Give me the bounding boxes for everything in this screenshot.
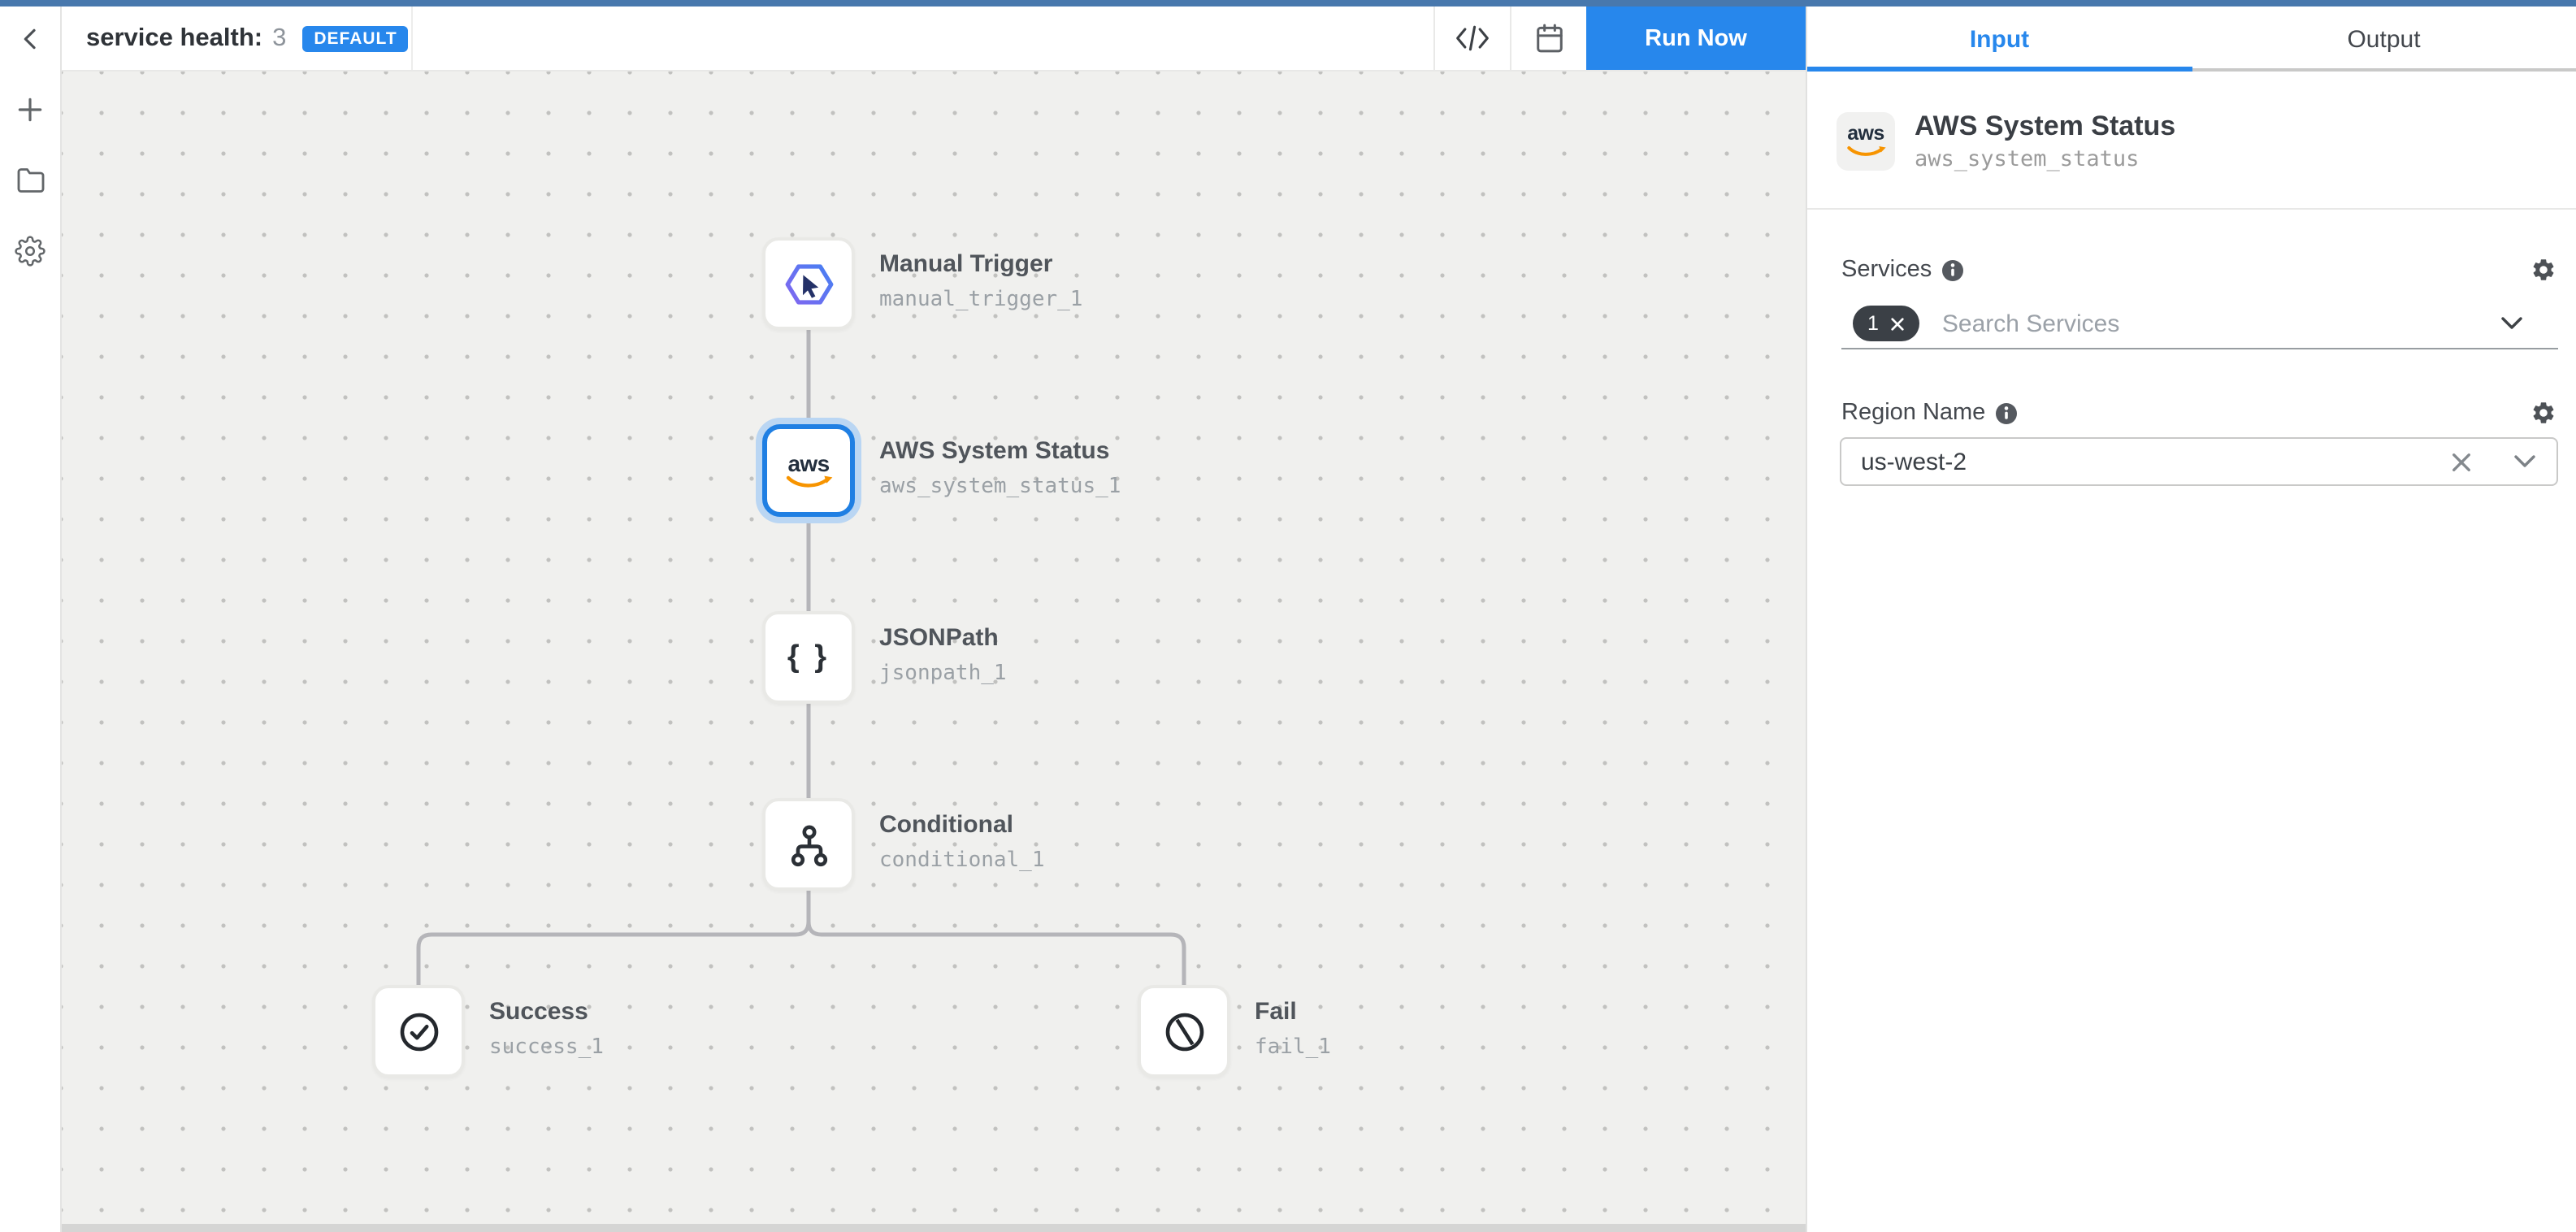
services-multiselect[interactable]: 1	[1841, 299, 2558, 349]
node-title: AWS System Status	[879, 437, 1121, 468]
aws-logo-icon: aws	[1845, 124, 1886, 159]
services-label-row: Services	[1841, 257, 2556, 283]
inspector-node-id: aws_system_status	[1915, 146, 2139, 172]
node-conditional[interactable]	[762, 798, 855, 891]
node-manual-trigger[interactable]	[762, 237, 855, 330]
run-now-button[interactable]: Run Now	[1586, 7, 1806, 70]
gear-icon	[15, 235, 46, 266]
info-icon[interactable]	[1941, 259, 1962, 280]
chevron-down-icon[interactable]	[2501, 317, 2522, 330]
node-id: jsonpath_1	[879, 662, 1007, 686]
curly-braces-icon: { }	[787, 640, 830, 675]
region-settings-gear-icon[interactable]	[2530, 400, 2556, 426]
header-spacer	[413, 7, 1433, 70]
add-button[interactable]	[0, 91, 60, 127]
workflow-title-section[interactable]: service health: 3 DEFAULT	[62, 7, 413, 70]
check-circle-icon	[396, 1009, 441, 1054]
inspector-panel: Input Output aws AWS System Status aws_s…	[1806, 7, 2576, 1232]
tab-output[interactable]: Output	[2192, 7, 2576, 72]
code-view-button[interactable]	[1433, 7, 1510, 70]
services-settings-gear-icon[interactable]	[2530, 257, 2556, 283]
folder-icon	[15, 166, 45, 195]
branch-icon	[784, 820, 833, 869]
node-title: Manual Trigger	[879, 250, 1082, 281]
aws-wordmark: aws	[787, 451, 829, 474]
inspector-tabbar: Input Output	[1807, 7, 2576, 72]
node-id: fail_1	[1255, 1035, 1331, 1060]
workflow-canvas[interactable]: Manual Trigger manual_trigger_1 aws AWS …	[62, 72, 1806, 1232]
divider	[1807, 208, 2576, 210]
node-title: Conditional	[879, 811, 1045, 842]
top-accent-strip	[0, 0, 2576, 7]
region-input[interactable]	[1861, 448, 2451, 475]
node-id: aws_system_status_1	[879, 475, 1121, 499]
node-id: conditional_1	[879, 848, 1045, 873]
inspector-body: aws AWS System Status aws_system_status …	[1807, 72, 2576, 1232]
chip-remove-icon[interactable]	[1890, 316, 1905, 331]
node-title: Success	[489, 998, 604, 1029]
tab-active-underline	[1807, 66, 2192, 72]
tab-input[interactable]: Input	[1807, 7, 2192, 72]
node-title: Fail	[1255, 998, 1331, 1029]
node-fail[interactable]	[1138, 985, 1230, 1078]
schedule-button[interactable]	[1510, 7, 1586, 70]
node-label-aws-system-status: AWS System Status aws_system_status_1	[879, 437, 1121, 499]
workflow-builder-app: service health: 3 DEFAULT Run Now	[0, 0, 2576, 1232]
selected-count-chip: 1	[1853, 306, 1919, 341]
node-label-manual-trigger: Manual Trigger manual_trigger_1	[879, 250, 1082, 312]
node-id: success_1	[489, 1035, 604, 1060]
node-label-success: Success success_1	[489, 998, 604, 1060]
back-button[interactable]	[0, 7, 60, 72]
clear-icon[interactable]	[2451, 451, 2472, 472]
chip-count: 1	[1867, 314, 1879, 334]
node-label-jsonpath: JSONPath jsonpath_1	[879, 624, 1007, 686]
code-icon	[1455, 23, 1490, 54]
workflow-title: service health:	[86, 24, 262, 53]
node-type-tile: aws	[1837, 112, 1895, 171]
default-badge: DEFAULT	[302, 25, 408, 51]
inspector-node-title: AWS System Status	[1915, 111, 2175, 143]
region-label: Region Name	[1841, 400, 1985, 426]
chevron-left-icon	[17, 26, 43, 52]
region-select[interactable]	[1840, 437, 2558, 486]
node-id: manual_trigger_1	[879, 288, 1082, 312]
node-title: JSONPath	[879, 624, 1007, 655]
aws-logo-icon: aws	[784, 451, 833, 490]
horizontal-scrollbar[interactable]	[62, 1224, 1806, 1232]
no-entry-icon	[1161, 1009, 1207, 1054]
aws-wordmark: aws	[1847, 124, 1884, 145]
services-label: Services	[1841, 257, 1932, 283]
calendar-icon	[1533, 23, 1564, 54]
node-label-conditional: Conditional conditional_1	[879, 811, 1045, 873]
node-aws-system-status[interactable]: aws	[762, 424, 855, 517]
settings-button[interactable]	[0, 232, 60, 268]
left-rail	[0, 7, 62, 1232]
info-icon[interactable]	[1995, 402, 2016, 423]
manual-trigger-hexagon-cursor-icon	[783, 259, 835, 308]
node-jsonpath[interactable]: { }	[762, 611, 855, 704]
services-search-input[interactable]	[1942, 310, 2501, 337]
header-bar: service health: 3 DEFAULT Run Now	[62, 7, 1806, 72]
folder-button[interactable]	[0, 163, 60, 198]
aws-smile-arrow	[1845, 145, 1886, 159]
region-label-row: Region Name	[1841, 400, 2556, 426]
node-label-fail: Fail fail_1	[1255, 998, 1331, 1060]
node-success[interactable]	[372, 985, 465, 1078]
chevron-down-icon[interactable]	[2514, 455, 2535, 468]
aws-smile-arrow	[784, 474, 833, 490]
plus-icon	[15, 93, 46, 124]
workflow-version-count: 3	[272, 24, 286, 53]
